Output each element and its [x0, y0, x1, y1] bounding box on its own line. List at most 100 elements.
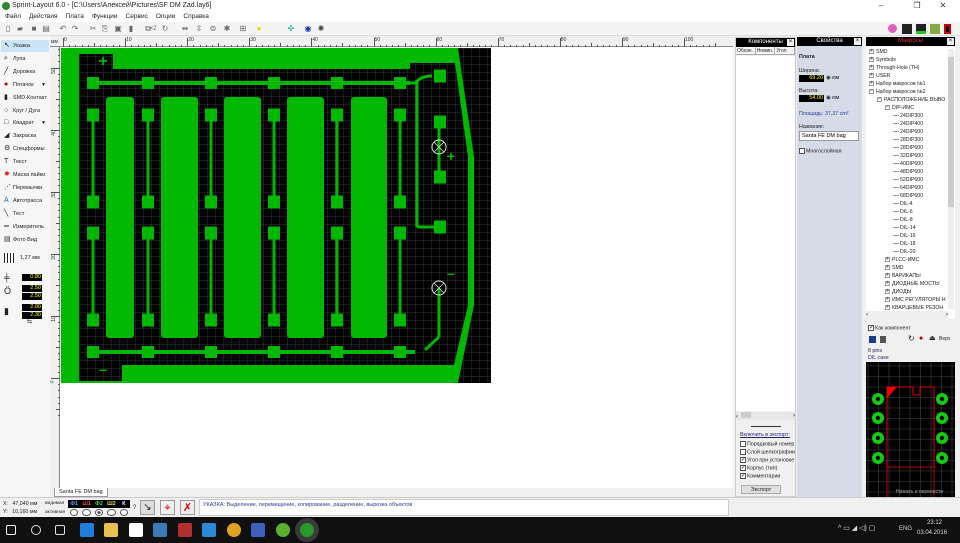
tool-circle[interactable]: ○ Круг / Дуга [1, 105, 49, 117]
tree-item[interactable]: + Through-Hole (TH) [869, 64, 920, 72]
paste-icon[interactable]: ▣ [113, 24, 123, 34]
ungroup-icon[interactable]: ⊞ [238, 24, 248, 34]
smd-pad[interactable] [394, 226, 406, 240]
checkbox[interactable]: ✓ [740, 465, 746, 471]
expand-icon[interactable]: + [885, 305, 890, 311]
smd-pad[interactable] [394, 195, 406, 209]
expand-icon[interactable]: + [885, 281, 890, 287]
layer-radio[interactable] [107, 509, 116, 516]
layer-silk-icon[interactable] [930, 24, 940, 34]
tree-item[interactable]: DIL-20 [893, 248, 916, 256]
pad-inner-field[interactable]: 2.50 [22, 293, 42, 300]
smd-pad[interactable] [142, 346, 154, 358]
smd-pad[interactable] [142, 195, 154, 209]
delete-macro-icon[interactable] [880, 336, 886, 343]
export-link[interactable]: Включить в экспорт: [740, 432, 790, 438]
group-icon[interactable]: ✱ [222, 24, 232, 34]
smd-pad[interactable] [268, 313, 280, 327]
menu-6[interactable]: Справка [183, 13, 209, 20]
tree-item[interactable]: 32DIP600 [893, 152, 923, 160]
column-header[interactable]: Номин. [756, 47, 776, 54]
silk-label[interactable]: + [447, 148, 455, 164]
drc-icon[interactable]: ◉ [303, 24, 313, 34]
smd-pad[interactable] [268, 77, 280, 89]
tree-item[interactable]: + ВАРИКАПЫ [885, 272, 921, 280]
checkbox[interactable]: ✓ [740, 457, 746, 463]
grid-size[interactable]: 1,27 мм [20, 255, 40, 261]
expand-icon[interactable]: + [885, 257, 890, 263]
floppy-icon[interactable] [251, 523, 265, 537]
copper-area[interactable] [106, 97, 134, 338]
components-list[interactable] [736, 56, 795, 411]
grid-icon[interactable] [4, 253, 14, 263]
smd-pad[interactable] [205, 346, 217, 358]
tool-fill[interactable]: ◢ Закраска [1, 130, 49, 142]
save-icon[interactable]: ■ [29, 24, 39, 34]
smd-pad[interactable] [331, 346, 343, 358]
smd-pad[interactable] [331, 77, 343, 89]
language-indicator[interactable]: ENG [899, 526, 912, 532]
smd-pad[interactable] [142, 226, 154, 240]
app2-icon[interactable] [177, 523, 192, 537]
checkbox[interactable] [740, 441, 746, 447]
height-field[interactable]: 54.00 [799, 95, 824, 102]
layer-toggle[interactable]: Ф1 [68, 500, 80, 508]
connections-icon[interactable]: ✣ [286, 24, 296, 34]
expand-icon[interactable]: + [869, 49, 874, 55]
silk-label[interactable]: – [447, 265, 455, 281]
redo-icon[interactable]: ↷ [70, 24, 80, 34]
copper-area[interactable] [224, 97, 261, 338]
smd-pad[interactable] [142, 313, 154, 327]
checkbox[interactable] [740, 449, 746, 455]
smd-pad[interactable] [142, 108, 154, 122]
mirror-h-icon[interactable]: ⇹ [180, 24, 190, 34]
smd-pad[interactable] [394, 346, 406, 358]
export-option-checkbox[interactable]: Порядковый номер [740, 441, 794, 447]
checkbox[interactable]: ✓ [740, 473, 746, 479]
layer-radio[interactable] [94, 509, 104, 516]
pcb-canvas[interactable]: мм0102030405060708090100 50403020100 ++–… [50, 37, 733, 488]
collapse-icon[interactable]: − [869, 89, 874, 95]
collapse-icon[interactable]: − [877, 97, 882, 103]
smd-pad[interactable] [87, 195, 99, 209]
smd-pad[interactable] [87, 346, 99, 358]
menu-2[interactable]: Плата [65, 13, 83, 20]
copper-area[interactable] [351, 97, 387, 338]
tool-smd-pad[interactable]: ▮ SMD-Контакт [1, 92, 49, 104]
new-icon[interactable]: ▯ [3, 24, 13, 34]
tree-item[interactable]: + SMD [885, 264, 904, 272]
tree-item[interactable]: − DIP-ИМС [885, 104, 914, 112]
menu-4[interactable]: Сервис [126, 13, 148, 20]
tree-scrollbar[interactable] [948, 49, 954, 309]
layer-radio[interactable] [119, 509, 129, 516]
smd-pad[interactable] [87, 313, 99, 327]
store-icon[interactable] [128, 523, 143, 537]
components-scrollbar[interactable]: ‹ › [736, 412, 795, 420]
print-icon[interactable]: ▤ [41, 24, 51, 34]
export-option-checkbox[interactable]: Слой шелкографии [740, 449, 795, 455]
app3-icon[interactable] [202, 523, 216, 537]
smd-pad[interactable] [205, 77, 217, 89]
as-component-checkbox[interactable]: ✓Как компонент [868, 325, 911, 331]
tree-item[interactable]: DIL-18 [893, 240, 916, 248]
tool-square[interactable]: □ Квадрат ▼ [1, 117, 49, 129]
tree-item[interactable]: + PLCC-ИМС [885, 256, 919, 264]
copper-area[interactable] [161, 97, 198, 338]
close-icon[interactable]: × [787, 39, 794, 46]
tool-measure[interactable]: ═ Измеритель [1, 221, 49, 233]
column-header[interactable]: Обозн. [736, 47, 756, 54]
tree-item[interactable]: DIL-8 [893, 216, 913, 224]
expand-icon[interactable]: + [869, 65, 874, 71]
tray-icons[interactable]: ^ ▭ ◢ ◁) ▢ [838, 524, 875, 532]
layer-toggle[interactable]: Ш1 [80, 500, 92, 508]
app-icon[interactable] [153, 523, 167, 537]
layer-toggle[interactable]: К [118, 500, 130, 508]
no-rubberband-icon[interactable]: ✗ [180, 500, 195, 515]
tool-special-forms[interactable]: ⚙ Спецформы [1, 143, 49, 155]
expand-icon[interactable]: + [869, 73, 874, 79]
tree-h-scrollbar[interactable]: ‹ › [866, 311, 948, 319]
smd-pad[interactable] [87, 108, 99, 122]
tree-item[interactable]: + ДИОДЫ [885, 288, 911, 296]
tree-item[interactable]: DIL-16 [893, 232, 916, 240]
menu-1[interactable]: Действия [29, 13, 57, 20]
